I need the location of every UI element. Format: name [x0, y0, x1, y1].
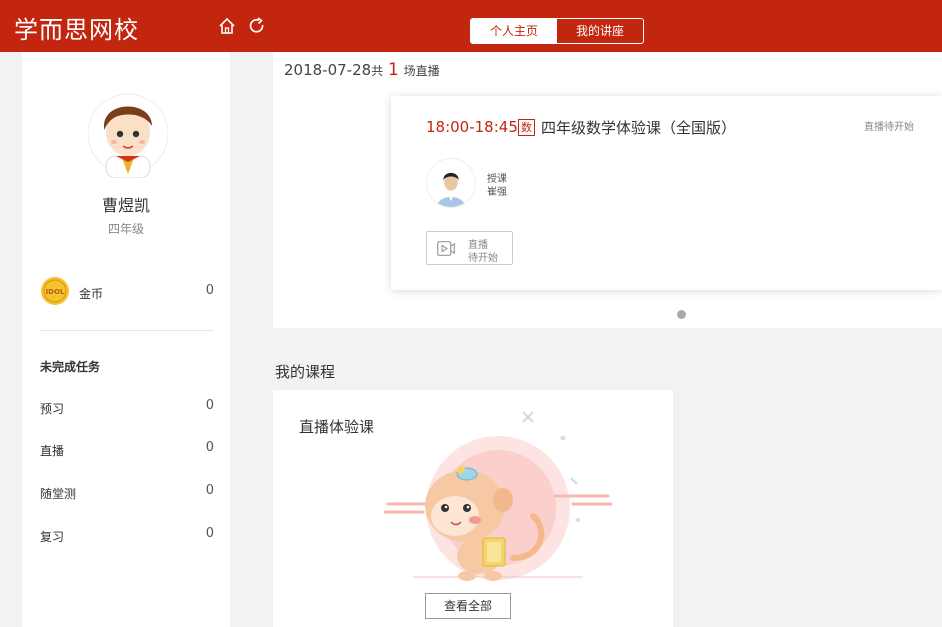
task-value: 0 [205, 440, 214, 455]
subject-badge: 数 [518, 119, 535, 136]
live-count: 1 [387, 60, 399, 80]
course-card-title: 直播体验课 [299, 418, 375, 436]
refresh-icon[interactable] [247, 16, 267, 36]
live-panel: 2018-07-28共 1 场直播 18:00-18:45 数 四年级数学体验课… [273, 52, 942, 328]
course-card: 直播体验课 查看全部 [273, 390, 673, 627]
task-row-quiz[interactable]: 随堂测 0 [40, 483, 214, 505]
task-row-preview[interactable]: 预习 0 [40, 398, 214, 420]
avatar[interactable] [88, 90, 168, 178]
coin-value: 0 [205, 283, 214, 298]
live-button-line2: 待开始 [468, 253, 498, 264]
enter-live-button[interactable]: 直播 待开始 [426, 231, 513, 265]
live-count-suffix: 场直播 [403, 64, 440, 78]
view-all-button[interactable]: 查看全部 [425, 593, 511, 619]
live-date: 2018-07-28 [284, 61, 372, 79]
coin-icon-text: IDOL [46, 288, 65, 296]
profile-sidebar: 曹煜凯 四年级 IDOL 金币 0 未完成任务 预习 0 直播 0 随堂测 0 … [22, 52, 230, 627]
task-label: 复习 [40, 530, 65, 544]
task-row-live[interactable]: 直播 0 [40, 440, 214, 462]
tab-home[interactable]: 个人主页 [471, 19, 557, 43]
home-icon[interactable] [217, 16, 237, 36]
tasks-title: 未完成任务 [40, 360, 101, 374]
task-label: 直播 [40, 444, 65, 458]
coin-icon: IDOL [41, 277, 69, 305]
live-status: 直播待开始 [864, 122, 914, 133]
video-play-icon [437, 241, 455, 256]
task-label: 预习 [40, 402, 65, 416]
task-label: 随堂测 [40, 487, 77, 501]
tab-my-lectures[interactable]: 我的讲座 [557, 19, 643, 43]
teacher-name: 崔强 [487, 187, 507, 198]
live-course-title[interactable]: 四年级数学体验课（全国版） [541, 117, 736, 138]
user-name: 曹煜凯 [101, 196, 150, 215]
my-courses-title: 我的课程 [275, 363, 336, 381]
task-value: 0 [205, 526, 214, 541]
task-value: 0 [205, 398, 214, 413]
live-course-card[interactable]: 18:00-18:45 数 四年级数学体验课（全国版） 直播待开始 授课 崔强 … [391, 96, 942, 290]
teacher-avatar [426, 158, 476, 208]
live-count-prefix: 共 [371, 64, 384, 78]
task-value: 0 [205, 483, 214, 498]
header-tabs: 个人主页 我的讲座 [470, 18, 644, 44]
monkey-mascot-illustration [383, 411, 613, 581]
live-date-line: 2018-07-28共 1 场直播 [284, 60, 440, 80]
top-bar: 学而思网校 个人主页 我的讲座 [0, 0, 942, 52]
task-row-review[interactable]: 复习 0 [40, 526, 214, 548]
coin-label: 金币 [79, 287, 104, 301]
live-time: 18:00-18:45 [426, 118, 518, 136]
divider [40, 330, 214, 331]
app-logo[interactable]: 学而思网校 [14, 10, 139, 45]
carousel-dot[interactable] [677, 310, 686, 319]
user-grade: 四年级 [107, 222, 144, 236]
